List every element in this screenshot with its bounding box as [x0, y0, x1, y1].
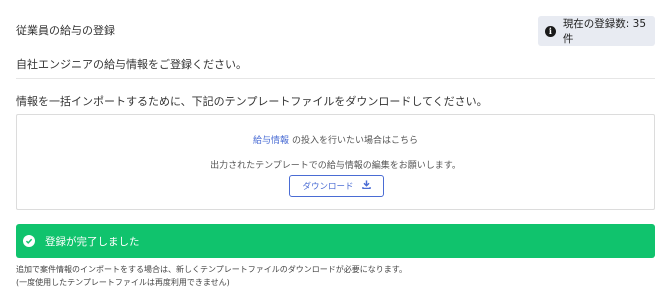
check-circle-icon — [23, 235, 35, 247]
divider — [16, 78, 655, 79]
registration-count-badge: i 現在の登録数: 35件 — [538, 16, 655, 46]
template-reuse-note: (一度使用したテンプレートファイルは再度利用できません) — [16, 278, 230, 287]
success-alert: 登録が完了しました — [16, 224, 655, 258]
salary-info-link[interactable]: 給与情報 — [253, 136, 289, 146]
import-link-line: 給与情報 の投入を行いたい場合はこちら — [17, 133, 654, 146]
info-icon: i — [545, 25, 556, 37]
import-link-suffix: の投入を行いたい場合はこちら — [291, 136, 418, 146]
success-message: 登録が完了しました — [45, 235, 140, 248]
download-button[interactable]: ダウンロード — [289, 175, 384, 197]
download-button-label: ダウンロード — [302, 182, 354, 192]
page-title: 従業員の給与の登録 — [16, 24, 115, 37]
template-edit-note: 出力されたテンプレートでの給与情報の編集をお願いします。 — [210, 161, 461, 171]
import-panel: 給与情報 の投入を行いたい場合はこちら 出力されたテンプレートでの給与情報の編集… — [16, 114, 655, 210]
import-instruction: 情報を一括インポートするために、下記のテンプレートファイルをダウンロードしてくだ… — [16, 95, 488, 108]
registration-count-text: 現在の登録数: 35件 — [562, 18, 647, 45]
reimport-note: 追加で案件情報のインポートをする場合は、新しくテンプレートファイルのダウンロード… — [16, 265, 407, 274]
page-subtitle: 自社エンジニアの給与情報をご登録ください。 — [16, 58, 247, 71]
download-icon — [361, 180, 371, 192]
